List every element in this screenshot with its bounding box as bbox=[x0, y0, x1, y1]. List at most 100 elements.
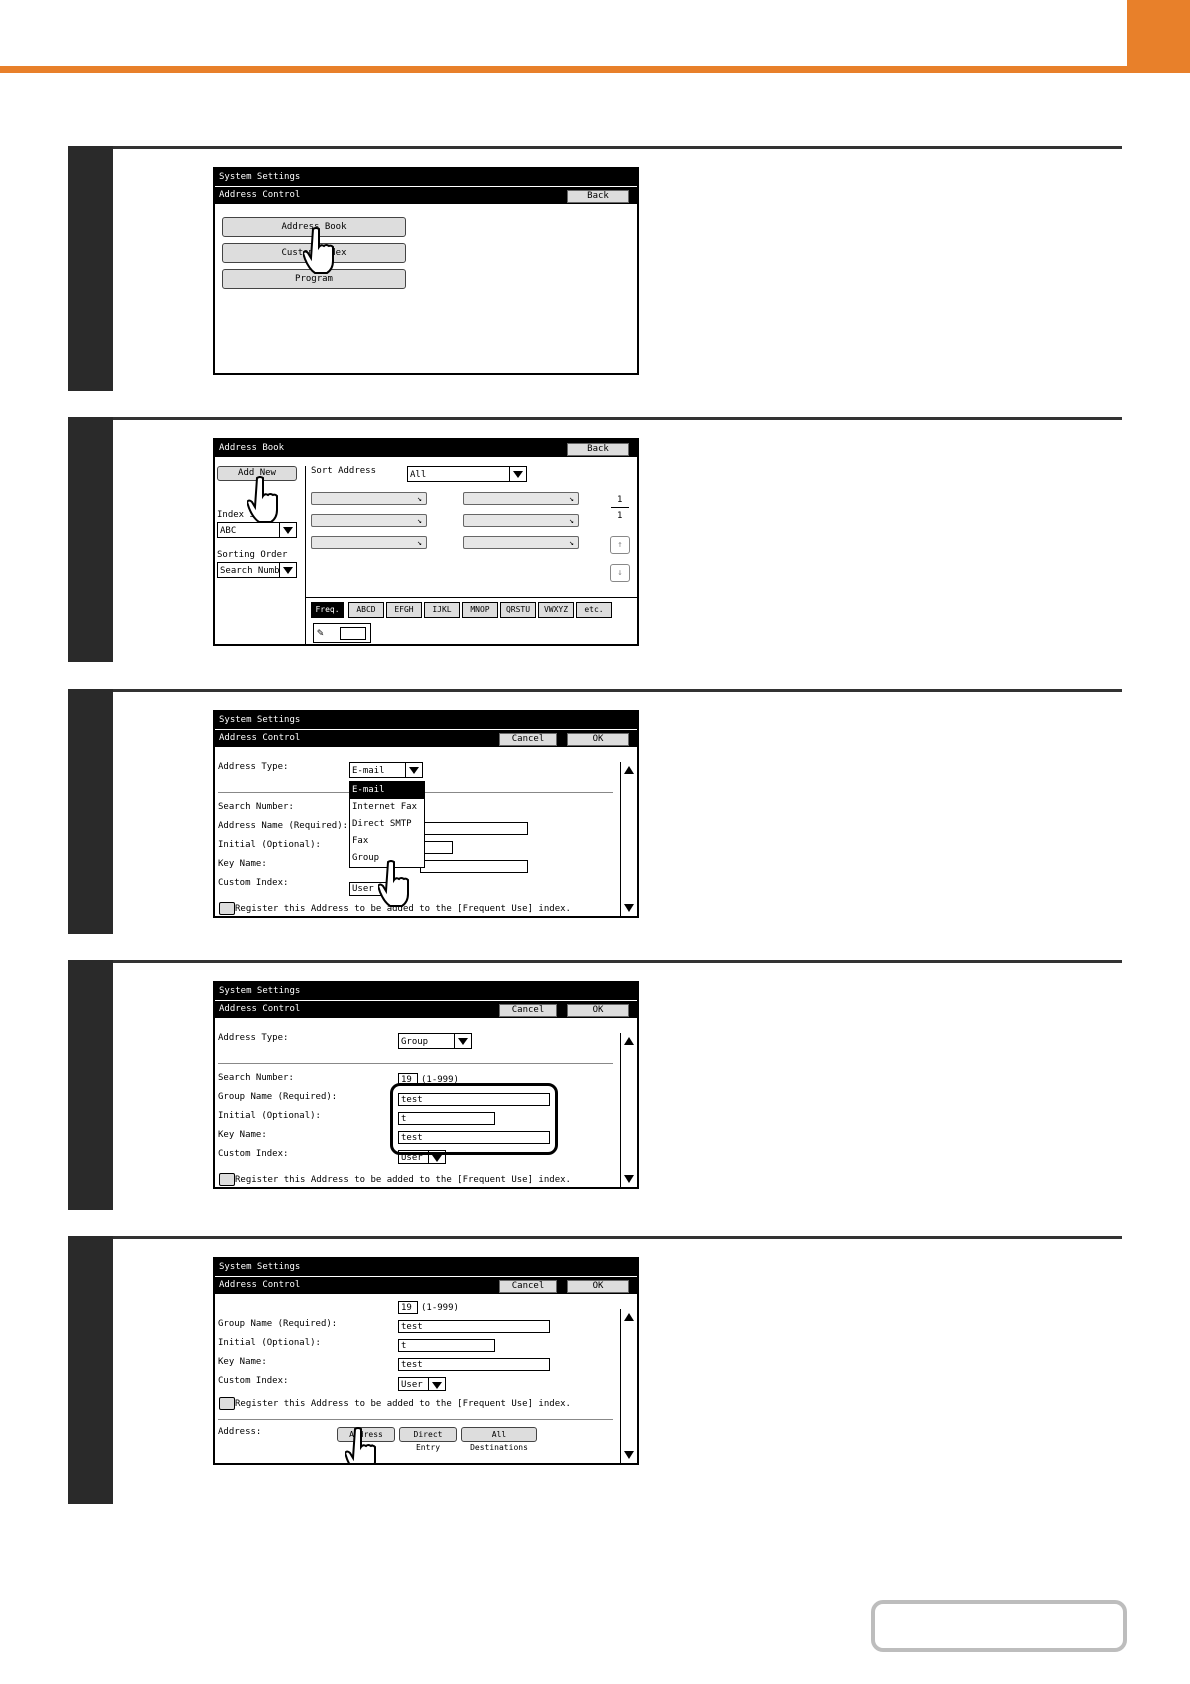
step-marker bbox=[68, 417, 113, 662]
scrollbar[interactable] bbox=[620, 762, 637, 916]
address-label: Address: bbox=[218, 1427, 262, 1437]
tab-divider bbox=[305, 597, 637, 598]
index-dropdown[interactable]: ABC bbox=[217, 522, 297, 538]
step-marker bbox=[68, 960, 113, 1210]
header-rule bbox=[0, 66, 1190, 73]
screen-subtitle: Address Control bbox=[219, 1004, 301, 1014]
page-down-button[interactable]: ↓ bbox=[610, 564, 630, 582]
step-1: System Settings Address Control Back Add… bbox=[68, 146, 1122, 391]
screen-title: System Settings bbox=[219, 986, 301, 996]
tab-efgh[interactable]: EFGH bbox=[386, 602, 422, 618]
scroll-up-icon[interactable] bbox=[624, 1313, 634, 1321]
tab-vwxyz[interactable]: VWXYZ bbox=[538, 602, 574, 618]
initial-label: Initial (Optional): bbox=[218, 840, 321, 850]
address-type-options: E-mail Internet Fax Direct SMTP Fax Grou… bbox=[349, 781, 425, 868]
index-tabs: Freq. ABCD EFGH IJKL MNOP QRSTU VWXYZ et… bbox=[311, 602, 637, 618]
screen-subtitle-bar: Address Control Cancel OK bbox=[215, 1277, 637, 1294]
cancel-button[interactable]: Cancel bbox=[499, 733, 557, 746]
address-slot[interactable]: ↘ bbox=[311, 514, 427, 527]
search-number-range: (1-999) bbox=[421, 1303, 459, 1313]
address-type-dropdown[interactable]: Group bbox=[398, 1033, 472, 1049]
screen-subtitle-bar: Address Control Cancel OK bbox=[215, 730, 637, 747]
address-slot[interactable]: ↘ bbox=[463, 536, 579, 549]
address-slot[interactable]: ↘ bbox=[311, 492, 427, 505]
tab-etc[interactable]: etc. bbox=[576, 602, 612, 618]
page-current: 1 bbox=[617, 495, 623, 505]
key-name-label: Key Name: bbox=[218, 1357, 267, 1367]
scroll-down-icon[interactable] bbox=[624, 1175, 634, 1183]
pointing-hand-icon bbox=[247, 476, 278, 523]
dropdown-arrow-icon bbox=[509, 467, 526, 481]
step-rule bbox=[68, 689, 1122, 692]
frequent-use-label: Register this Address to be added to the… bbox=[235, 1175, 571, 1185]
address-name-field[interactable] bbox=[420, 822, 528, 835]
option-direct-smtp[interactable]: Direct SMTP bbox=[350, 816, 424, 833]
direct-entry-button[interactable]: Direct Entry bbox=[399, 1427, 457, 1452]
tab-mnop[interactable]: MNOP bbox=[462, 602, 498, 618]
option-fax[interactable]: Fax bbox=[350, 833, 424, 850]
sort-address-dropdown[interactable]: All bbox=[407, 466, 527, 482]
address-type-label: Address Type: bbox=[218, 1033, 289, 1043]
option-internet-fax[interactable]: Internet Fax bbox=[350, 799, 424, 816]
screen-title: System Settings bbox=[219, 1262, 301, 1272]
screen-title: System Settings bbox=[219, 172, 301, 182]
key-name-field[interactable]: test bbox=[398, 1358, 550, 1371]
edit-field bbox=[340, 627, 366, 640]
group-name-label: Group Name (Required): bbox=[218, 1319, 338, 1329]
pointing-hand-icon bbox=[378, 860, 409, 907]
search-number-field[interactable]: 19 bbox=[398, 1301, 418, 1314]
back-button[interactable]: Back bbox=[567, 443, 629, 456]
frequent-use-label: Register this Address to be added to the… bbox=[235, 1399, 571, 1409]
scroll-down-icon[interactable] bbox=[624, 904, 634, 912]
frequent-use-checkbox[interactable] bbox=[219, 902, 235, 915]
address-type-value: Group bbox=[401, 1037, 429, 1047]
tab-ijkl[interactable]: IJKL bbox=[424, 602, 460, 618]
address-type-dropdown[interactable]: E-mail bbox=[349, 762, 423, 778]
edit-box[interactable]: ✎ bbox=[313, 623, 371, 643]
scrollbar[interactable] bbox=[620, 1033, 637, 1187]
dropdown-arrow-icon bbox=[279, 563, 296, 577]
step-marker bbox=[68, 689, 113, 934]
sorting-order-dropdown[interactable]: Search Number bbox=[217, 562, 297, 578]
screen-title-bar: Address Book Back bbox=[215, 440, 637, 457]
screen-address-book: Address Book Back Add New Index Sw ABC S… bbox=[213, 438, 639, 646]
custom-index-dropdown[interactable]: User 1 bbox=[398, 1377, 446, 1391]
sort-address-value: All bbox=[410, 470, 427, 480]
screen-address-type: System Settings Address Control Cancel O… bbox=[213, 710, 639, 918]
ok-button[interactable]: OK bbox=[567, 1004, 629, 1017]
tab-qrstu[interactable]: QRSTU bbox=[500, 602, 536, 618]
all-destinations-button[interactable]: All Destinations bbox=[461, 1427, 537, 1452]
frequent-use-checkbox[interactable] bbox=[219, 1397, 235, 1410]
scrollbar[interactable] bbox=[620, 1309, 637, 1463]
address-type-value: E-mail bbox=[352, 766, 385, 776]
scroll-up-icon[interactable] bbox=[624, 1037, 634, 1045]
tab-abcd[interactable]: ABCD bbox=[348, 602, 384, 618]
step-5: System Settings Address Control Cancel O… bbox=[68, 1236, 1122, 1504]
screen-group-entry: System Settings Address Control Cancel O… bbox=[213, 981, 639, 1189]
page-total: 1 bbox=[617, 511, 623, 521]
screen-subtitle: Address Control bbox=[219, 733, 301, 743]
ok-button[interactable]: OK bbox=[567, 1280, 629, 1293]
initial-field[interactable]: t bbox=[398, 1339, 495, 1352]
highlight-callout bbox=[390, 1083, 558, 1155]
scroll-up-icon[interactable] bbox=[624, 766, 634, 774]
divider bbox=[305, 466, 306, 644]
tab-freq[interactable]: Freq. bbox=[311, 602, 344, 618]
cancel-button[interactable]: Cancel bbox=[499, 1004, 557, 1017]
frequent-use-checkbox[interactable] bbox=[219, 1173, 235, 1186]
ok-button[interactable]: OK bbox=[567, 733, 629, 746]
option-email[interactable]: E-mail bbox=[350, 782, 424, 799]
index-value: ABC bbox=[220, 526, 237, 536]
page-up-button[interactable]: ↑ bbox=[610, 536, 630, 554]
address-slot[interactable]: ↘ bbox=[463, 514, 579, 527]
group-name-field[interactable]: test bbox=[398, 1320, 550, 1333]
step-rule bbox=[68, 960, 1122, 963]
address-slot[interactable]: ↘ bbox=[463, 492, 579, 505]
back-button[interactable]: Back bbox=[567, 190, 629, 203]
scroll-down-icon[interactable] bbox=[624, 1451, 634, 1459]
address-slot[interactable]: ↘ bbox=[311, 536, 427, 549]
step-3: System Settings Address Control Cancel O… bbox=[68, 689, 1122, 934]
cancel-button[interactable]: Cancel bbox=[499, 1280, 557, 1293]
key-name-field[interactable] bbox=[420, 860, 528, 873]
screen-title-bar: System Settings bbox=[215, 983, 637, 1000]
